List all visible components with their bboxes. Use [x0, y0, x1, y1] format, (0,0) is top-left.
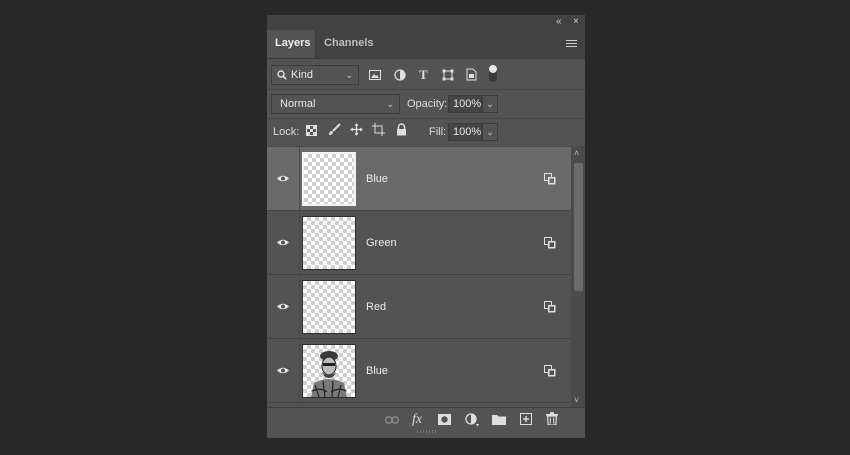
panel-tabs: Layers Channels [267, 30, 585, 59]
layers-list: Blue Green Red Blue [267, 147, 571, 407]
panel-resize-grip[interactable] [417, 430, 437, 433]
mask-icon[interactable] [438, 414, 451, 425]
tab-layers[interactable]: Layers [267, 30, 316, 58]
layer-name[interactable]: Blue [366, 173, 388, 185]
smart-object-badge-icon [544, 365, 556, 377]
layer-row[interactable]: Red [267, 275, 571, 339]
person-photo-icon [311, 351, 347, 397]
adjustment-filter-icon[interactable] [394, 69, 406, 81]
smart-object-badge-icon [544, 173, 556, 185]
layer-row[interactable]: Green [267, 211, 571, 275]
smart-object-badge-icon [544, 301, 556, 313]
chevron-down-icon: ⌄ [386, 99, 394, 109]
pixel-layer-filter-icon[interactable] [369, 70, 381, 80]
fx-icon[interactable]: fx [412, 412, 422, 428]
lock-all-icon[interactable] [396, 123, 407, 136]
layer-name[interactable]: Red [366, 301, 386, 313]
lock-label: Lock: [273, 126, 300, 138]
lock-transparent-pixels-icon[interactable] [306, 125, 317, 136]
chevron-down-icon: ⌄ [345, 70, 353, 80]
scrollbar-thumb[interactable] [574, 163, 583, 291]
opacity-slider-button[interactable]: ⌄ [482, 95, 498, 113]
type-filter-icon[interactable]: T [419, 67, 428, 83]
layer-name[interactable]: Blue [366, 365, 388, 377]
layer-row[interactable]: Blue [267, 147, 571, 211]
new-layer-icon[interactable] [520, 413, 532, 425]
smart-object-filter-icon[interactable] [466, 68, 477, 81]
eye-icon[interactable] [276, 238, 290, 247]
eye-icon[interactable] [276, 174, 290, 183]
blend-mode-select[interactable]: Normal ⌄ [271, 94, 400, 114]
eye-icon[interactable] [276, 302, 290, 311]
fill-slider-button[interactable]: ⌄ [482, 123, 498, 141]
lock-image-pixels-icon[interactable] [328, 123, 341, 136]
layers-bottom-toolbar: fx [267, 407, 585, 434]
shape-filter-icon[interactable] [442, 69, 454, 81]
lock-position-icon[interactable] [350, 123, 363, 136]
panel-menu-icon[interactable] [566, 40, 577, 49]
opacity-input[interactable]: 100% [448, 95, 482, 113]
folder-icon[interactable] [492, 414, 506, 425]
tab-channels[interactable]: Channels [316, 30, 382, 58]
trash-icon[interactable] [546, 412, 558, 425]
layer-thumbnail [302, 152, 356, 206]
layer-thumbnail [302, 216, 356, 270]
filter-kind-label: Kind [291, 69, 314, 81]
blend-mode-value: Normal [280, 98, 316, 110]
eye-icon[interactable] [276, 366, 290, 375]
scroll-up-icon[interactable]: ˄ [574, 148, 579, 158]
layer-thumbnail-photo [302, 344, 356, 398]
smart-object-badge-icon [544, 237, 556, 249]
search-icon [277, 70, 287, 80]
opacity-label: Opacity: [407, 98, 448, 110]
lock-artboard-icon[interactable] [372, 123, 385, 136]
fill-label: Fill: [429, 126, 447, 138]
layers-scrollbar[interactable]: ˄ ˅ [571, 147, 585, 407]
filter-kind-select[interactable]: Kind ⌄ [271, 65, 359, 85]
scroll-down-icon[interactable]: ˅ [574, 395, 579, 405]
layers-panel: « × Layers Channels Kind ⌄ T Normal ⌄ Op… [266, 14, 586, 439]
layer-row[interactable]: Blue [267, 339, 571, 403]
filter-toggle[interactable] [489, 65, 497, 82]
adjustment-icon[interactable] [465, 413, 479, 427]
close-panel-button[interactable]: × [573, 16, 579, 28]
layer-name[interactable]: Green [366, 237, 397, 249]
collapse-panel-button[interactable]: « [556, 16, 562, 28]
panel-title-bar: « × [267, 15, 585, 30]
fill-input[interactable]: 100% [448, 123, 482, 141]
layer-thumbnail [302, 280, 356, 334]
link-icon[interactable] [385, 416, 399, 424]
